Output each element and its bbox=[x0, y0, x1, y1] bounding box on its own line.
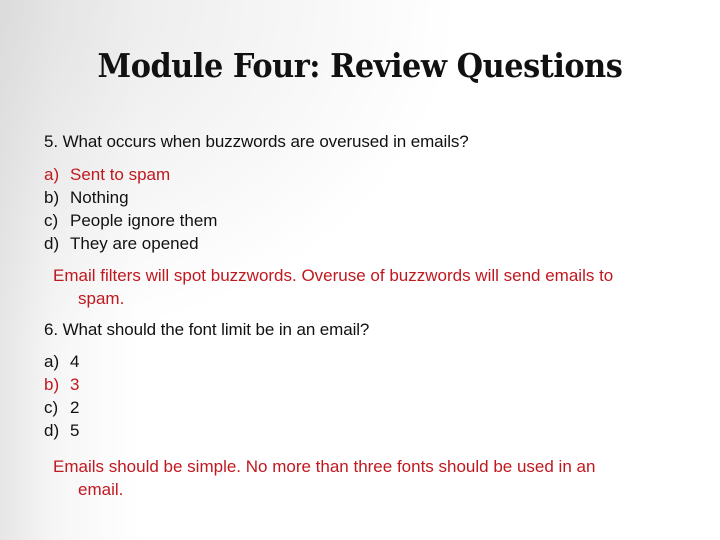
option-letter: b) bbox=[44, 375, 60, 394]
option-text: 4 bbox=[70, 352, 80, 371]
option-d: d) They are opened bbox=[44, 232, 217, 255]
option-letter: c) bbox=[44, 211, 59, 230]
option-letter: a) bbox=[44, 352, 60, 371]
slide-title: Module Four: Review Questions bbox=[97, 46, 623, 85]
option-c: c) 2 bbox=[44, 396, 79, 419]
option-text: Sent to spam bbox=[70, 165, 171, 184]
explanation-line-1: Emails should be simple. No more than th… bbox=[53, 457, 596, 476]
option-text: 2 bbox=[70, 398, 80, 417]
option-text: They are opened bbox=[70, 234, 199, 253]
option-a: a) 4 bbox=[44, 350, 79, 373]
option-letter: b) bbox=[44, 188, 60, 207]
option-letter: d) bbox=[44, 234, 60, 253]
option-letter: c) bbox=[44, 398, 59, 417]
option-text: 5 bbox=[70, 421, 80, 440]
question-6-options: a) 4 b) 3 c) 2 d) 5 bbox=[44, 350, 79, 442]
question-6-prompt: 6. What should the font limit be in an e… bbox=[44, 320, 370, 339]
option-a: a) Sent to spam bbox=[44, 163, 217, 186]
option-text: Nothing bbox=[70, 188, 129, 207]
option-text: 3 bbox=[70, 375, 80, 394]
explanation-line-1: Email filters will spot buzzwords. Overu… bbox=[53, 266, 614, 285]
explanation-line-2: email. bbox=[78, 480, 124, 499]
explanation-line-2: spam. bbox=[78, 289, 125, 308]
option-b: b) Nothing bbox=[44, 186, 217, 209]
question-5-explanation: Email filters will spot buzzwords. Overu… bbox=[53, 264, 693, 310]
option-c: c) People ignore them bbox=[44, 209, 217, 232]
option-letter: a) bbox=[44, 165, 60, 184]
option-text: People ignore them bbox=[70, 211, 218, 230]
option-d: d) 5 bbox=[44, 419, 79, 442]
question-6-explanation: Emails should be simple. No more than th… bbox=[53, 455, 693, 501]
option-letter: d) bbox=[44, 421, 60, 440]
question-5-prompt: 5. What occurs when buzzwords are overus… bbox=[44, 132, 469, 151]
question-5-options: a) Sent to spam b) Nothing c) People ign… bbox=[44, 163, 217, 255]
option-b: b) 3 bbox=[44, 373, 79, 396]
